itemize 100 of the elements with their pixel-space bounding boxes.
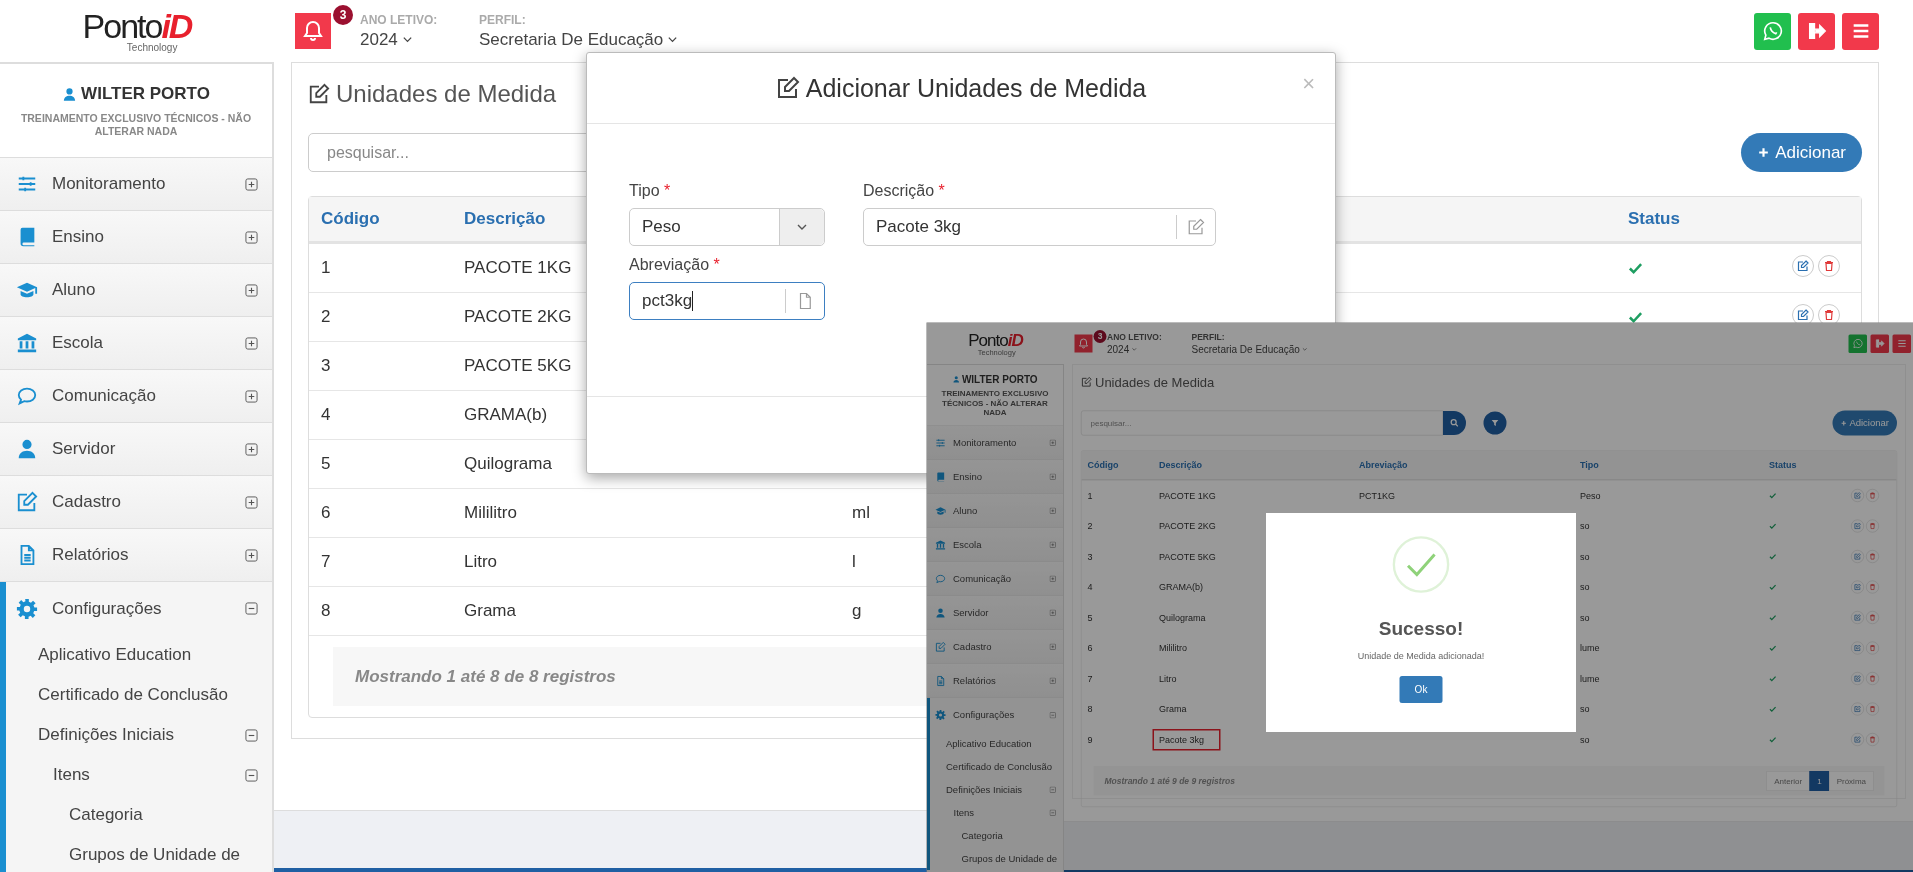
edit-button[interactable] bbox=[1792, 255, 1814, 277]
pagination-button[interactable]: Próxima bbox=[1829, 770, 1874, 791]
sidebar-item[interactable]: Definições Iniciais bbox=[6, 715, 272, 755]
whatsapp-button[interactable] bbox=[1848, 334, 1867, 353]
edit-button[interactable] bbox=[1851, 611, 1864, 624]
user-icon bbox=[935, 607, 946, 619]
sidebar-item[interactable]: Grupos de Unidade de bbox=[6, 835, 272, 872]
edit-button[interactable] bbox=[1851, 672, 1864, 685]
table-cell: 2 bbox=[321, 307, 331, 326]
sidebar-item[interactable]: Certificado de Conclusão bbox=[930, 755, 1063, 778]
sidebar-item[interactable]: Itens bbox=[930, 801, 1063, 824]
trash-icon bbox=[1823, 260, 1835, 272]
column-header[interactable]: Status bbox=[1628, 209, 1680, 228]
edit-button[interactable] bbox=[1851, 519, 1864, 533]
delete-button[interactable] bbox=[1866, 550, 1879, 563]
menu-button[interactable] bbox=[1892, 334, 1911, 353]
delete-button[interactable] bbox=[1866, 580, 1879, 594]
plus-box-icon[interactable] bbox=[245, 548, 258, 562]
input-field[interactable]: Pacote 3kg bbox=[863, 208, 1216, 246]
column-header[interactable]: Descrição bbox=[1159, 459, 1203, 470]
delete-button[interactable] bbox=[1866, 489, 1879, 502]
filter-icon bbox=[1490, 418, 1500, 428]
menu-button[interactable] bbox=[1842, 12, 1879, 50]
sidebar-item[interactable]: Aplicativo Education bbox=[930, 732, 1063, 755]
delete-button[interactable] bbox=[1866, 641, 1879, 655]
column-header[interactable]: Abreviação bbox=[1359, 459, 1408, 470]
delete-button[interactable] bbox=[1818, 255, 1840, 277]
edit-button[interactable] bbox=[1851, 580, 1864, 594]
profile-dropdown[interactable]: Secretaria De Educação bbox=[479, 29, 679, 50]
exit-icon bbox=[1874, 338, 1886, 349]
table-cell: g bbox=[852, 601, 862, 620]
pagination-button[interactable]: 1 bbox=[1809, 770, 1830, 791]
delete-button[interactable] bbox=[1866, 611, 1879, 624]
edit-button[interactable] bbox=[1851, 641, 1864, 655]
field-label: ANO LETIVO: bbox=[360, 12, 439, 27]
column-header[interactable]: Descrição bbox=[464, 209, 546, 228]
dialog-title: Adicionar Unidades de Medida bbox=[805, 73, 1147, 103]
plus-box-icon[interactable] bbox=[245, 495, 258, 509]
select-field[interactable]: Peso bbox=[629, 208, 825, 246]
table-cell: 8 bbox=[321, 601, 331, 620]
filter-button[interactable] bbox=[1483, 411, 1507, 435]
table-cell: Peso bbox=[1580, 490, 1601, 501]
table-cell: 4 bbox=[321, 405, 331, 424]
bank-icon bbox=[935, 539, 946, 551]
sidebar-item[interactable]: Definições Iniciais bbox=[930, 778, 1063, 801]
sidebar-item[interactable]: Itens bbox=[6, 755, 272, 795]
plus-box-icon[interactable] bbox=[245, 177, 258, 191]
ok-button[interactable]: Ok bbox=[1399, 676, 1443, 703]
sidebar-item[interactable]: Grupos de Unidade de bbox=[930, 847, 1063, 870]
sidebar-item[interactable]: Certificado de Conclusão bbox=[6, 675, 272, 715]
edit-button[interactable] bbox=[1851, 702, 1864, 716]
plus-box-icon[interactable] bbox=[245, 389, 258, 403]
table-cell: 1 bbox=[1087, 490, 1093, 501]
notification-badge: 3 bbox=[1093, 330, 1107, 343]
plus-box-icon[interactable] bbox=[245, 442, 258, 456]
table-cell: so bbox=[1580, 734, 1590, 745]
minus-box-icon[interactable] bbox=[245, 602, 258, 615]
table-cell: Quilograma bbox=[464, 454, 552, 473]
sidebar-item[interactable]: Aplicativo Education bbox=[6, 635, 272, 675]
year-dropdown[interactable]: 2024 bbox=[360, 29, 450, 50]
logout-button[interactable] bbox=[1798, 12, 1835, 50]
user-icon bbox=[16, 438, 38, 460]
search-button[interactable] bbox=[1443, 411, 1466, 435]
logout-button[interactable] bbox=[1870, 334, 1889, 353]
plus-box-icon[interactable] bbox=[245, 336, 258, 350]
year-dropdown[interactable]: 2024 bbox=[1107, 343, 1177, 355]
page-title: Unidades de Medida bbox=[1095, 374, 1215, 390]
notification-button[interactable] bbox=[295, 13, 331, 49]
search-field[interactable]: pesquisar... bbox=[1081, 410, 1443, 436]
column-header[interactable]: Tipo bbox=[1580, 459, 1599, 470]
delete-button[interactable] bbox=[1866, 733, 1879, 746]
table-cell: PACOTE 1KG bbox=[464, 258, 572, 277]
chat-icon bbox=[16, 385, 38, 407]
whatsapp-button[interactable] bbox=[1754, 12, 1791, 50]
input-field[interactable]: pct3kg bbox=[629, 282, 825, 320]
organization-name: TREINAMENTO EXCLUSIVO TÉCNICOS - NÃO ALTERAR NADA bbox=[19, 112, 253, 137]
edit-button[interactable] bbox=[1851, 733, 1864, 746]
delete-button[interactable] bbox=[1866, 672, 1879, 685]
notification-button[interactable] bbox=[1074, 334, 1093, 353]
gear-icon bbox=[16, 597, 38, 620]
edit-button[interactable] bbox=[1851, 489, 1864, 502]
minus-box-icon[interactable] bbox=[245, 768, 258, 782]
column-header[interactable]: Código bbox=[321, 209, 380, 228]
add-button[interactable]: Adicionar bbox=[1741, 133, 1862, 172]
column-header[interactable]: Código bbox=[1087, 459, 1119, 470]
edit-icon bbox=[16, 491, 38, 513]
plus-box-icon[interactable] bbox=[245, 230, 258, 244]
user-name: WILTER PORTO bbox=[961, 373, 1038, 386]
minus-box-icon[interactable] bbox=[245, 728, 258, 742]
pagination-button[interactable]: Anterior bbox=[1766, 770, 1810, 791]
delete-button[interactable] bbox=[1866, 519, 1879, 533]
sidebar-item[interactable]: Categoria bbox=[6, 795, 272, 835]
delete-button[interactable] bbox=[1866, 702, 1879, 716]
add-button[interactable]: Adicionar bbox=[1832, 410, 1897, 436]
sidebar-item[interactable]: Categoria bbox=[930, 824, 1063, 847]
phone-bubble-icon bbox=[1761, 20, 1784, 42]
table-cell: 7 bbox=[321, 552, 331, 571]
edit-button[interactable] bbox=[1851, 550, 1864, 563]
column-header[interactable]: Status bbox=[1769, 459, 1797, 470]
plus-box-icon[interactable] bbox=[245, 283, 258, 297]
